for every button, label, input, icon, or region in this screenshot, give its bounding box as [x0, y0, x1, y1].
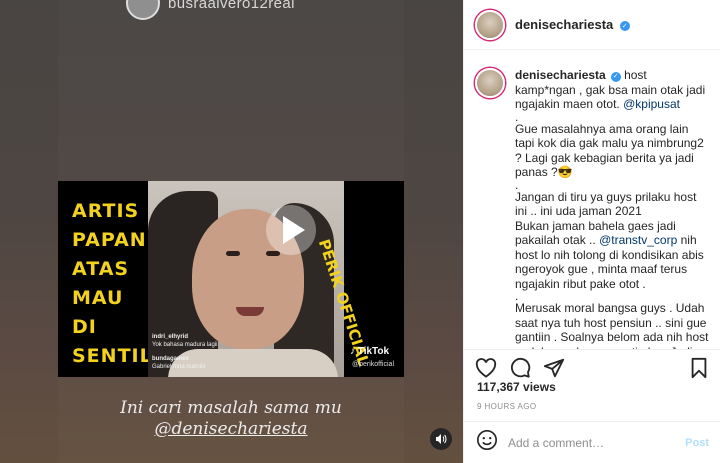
- tiktok-logo: ♪ TikTok: [350, 346, 390, 357]
- story-header: busraalvero12real: [126, 0, 295, 20]
- overlay-word: DI: [72, 316, 97, 338]
- instagram-post-modal: busraalvero12real ARTIS PAPAN ATAS MAU D…: [0, 0, 720, 463]
- post-button[interactable]: Post: [685, 437, 709, 449]
- video-comment: bundagamex Gabriel mna mamiiii: [152, 356, 206, 370]
- heart-icon[interactable]: [475, 357, 497, 379]
- caption-text: denisechariesta ✓ host kamp*ngan , gak bs…: [515, 68, 709, 349]
- bookmark-icon[interactable]: [688, 357, 710, 379]
- view-count[interactable]: 117,367 views: [477, 380, 556, 394]
- avatar[interactable]: [475, 9, 505, 40]
- video-overlay-text: ARTIS PAPAN ATAS MAU DI SENTIL: [58, 181, 153, 377]
- story-avatar: [126, 0, 160, 20]
- timestamp[interactable]: 9 HOURS AGO: [477, 402, 537, 411]
- overlay-word: MAU: [72, 287, 124, 309]
- story-handle: busraalvero12real: [168, 0, 295, 12]
- share-icon[interactable]: [543, 357, 565, 379]
- mention-link[interactable]: @kpipusat: [623, 97, 680, 111]
- comments-area[interactable]: denisechariesta ✓ host kamp*ngan , gak bs…: [464, 51, 720, 349]
- video-frame: indri_elhyrid Yok bahasa madura lagii bu…: [148, 181, 344, 377]
- post-side-panel: denisechariesta ✓ denisechariesta ✓ host …: [463, 0, 720, 463]
- overlay-word: ARTIS: [72, 200, 140, 222]
- tiktok-handle: @perikofficial: [352, 361, 394, 368]
- comment-icon[interactable]: [509, 357, 531, 379]
- avatar[interactable]: [475, 68, 505, 98]
- comment-input[interactable]: [508, 435, 676, 450]
- post-header: denisechariesta ✓: [464, 0, 720, 50]
- story-caption-mention: @denisechariesta: [154, 419, 308, 439]
- username-link[interactable]: denisechariesta: [515, 17, 613, 32]
- overlay-word: PAPAN: [72, 229, 147, 251]
- overlay-word: SENTIL: [72, 345, 153, 367]
- caption-username[interactable]: denisechariesta: [515, 68, 606, 82]
- verified-badge-icon: ✓: [610, 72, 621, 83]
- speaker-icon[interactable]: [430, 428, 452, 450]
- overlay-word: ATAS: [72, 258, 130, 280]
- play-icon[interactable]: [266, 205, 316, 255]
- emoji-icon[interactable]: [476, 429, 498, 456]
- video-comment: indri_elhyrid Yok bahasa madura lagii: [152, 334, 218, 348]
- story-caption: Ini cari masalah sama mu: [120, 398, 342, 418]
- post-media[interactable]: busraalvero12real ARTIS PAPAN ATAS MAU D…: [0, 0, 463, 463]
- add-comment-bar: Post: [464, 421, 720, 463]
- verified-badge-icon: ✓: [619, 20, 630, 31]
- post-caption: denisechariesta ✓ host kamp*ngan , gak bs…: [475, 68, 709, 349]
- mention-link[interactable]: @transtv_corp: [599, 233, 677, 247]
- embedded-tiktok-video[interactable]: ARTIS PAPAN ATAS MAU DI SENTIL indri_elh…: [58, 181, 404, 377]
